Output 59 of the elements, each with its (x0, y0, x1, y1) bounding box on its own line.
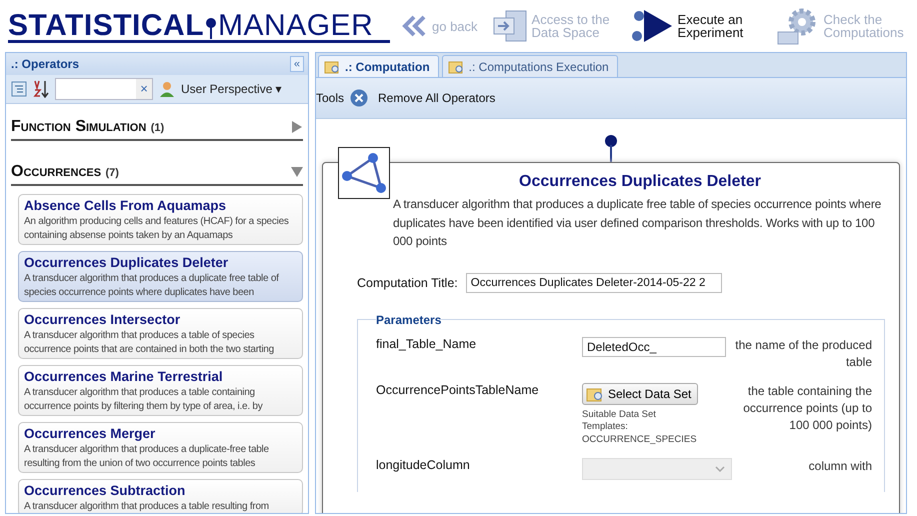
parameter-name: final_Table_Name (376, 336, 478, 352)
operator-title: Occurrences Marine Terrestrial (24, 368, 224, 386)
operator-title: Occurrences Subtraction (24, 482, 186, 500)
clear-icon[interactable]: × (136, 79, 152, 99)
dropdown-field[interactable] (582, 458, 732, 480)
operator-title: Occurrences Duplicates Deleter (24, 254, 230, 272)
group-legend: Parameters (376, 312, 442, 326)
double-chevron-icon (402, 15, 428, 37)
computation-title-field[interactable]: Occurrences Duplicates Deleter-2014-05-22 2 (466, 272, 722, 292)
toolbar-label: Tools (316, 91, 344, 105)
nav-link[interactable]: Execute an Experiment (630, 6, 762, 46)
algorithm-description: A transducer algorithm that produces a duplicate free table of species occurrence points where duplicates have been identified via user defined comparison thresholds. Works with up to 100 000 points (393, 196, 882, 250)
category-header[interactable]: Occurrences (7) (11, 163, 303, 186)
operator-title: Occurrences Intersector (24, 311, 182, 329)
field-label: Computation Title: (357, 276, 458, 290)
operator-title: Occurrences Merger (24, 425, 156, 443)
connector-pin (605, 135, 617, 163)
remove-all-button[interactable]: Remove All Operators (348, 89, 498, 107)
folder-search-icon (586, 386, 604, 402)
operator-item[interactable]: Occurrences Intersector A transducer algorithm that produces a table of species occurrence points that are contained in both the two starting (18, 308, 303, 359)
operator-description: A transducer algorithm that produces a duplicate free table of species occurrence points where duplicates have been (24, 272, 280, 300)
operator-item[interactable]: Occurrences Subtraction A transducer algorithm that produces a table resulting from (18, 479, 303, 513)
algorithm-title: Occurrences Duplicates Deleter (518, 173, 762, 191)
operator-description: A transducer algorithm that produces a table of species occurrence points that are contained in both the two starting (24, 329, 275, 357)
tab[interactable]: .: Computations Execution (442, 55, 618, 77)
parameter-description: the name of the produced table (734, 336, 872, 370)
operator-item[interactable]: Occurrences Marine Terrestrial A transducer algorithm that produces a table containing occurrence points by filtering them by type of area, i.e. by (18, 365, 303, 416)
operator-item[interactable]: Occurrences Duplicates Deleter A transducer algorithm that produces a duplicate free table of species occurrence points where duplicates have been (18, 251, 303, 302)
close-icon (350, 89, 368, 107)
operator-title: Absence Cells From Aquamaps (24, 197, 228, 215)
expanded-triangle-icon (291, 166, 303, 178)
parameter-name: OccurrencePointsTableName (376, 382, 540, 398)
panel-title: .: Operators (11, 57, 80, 71)
sort-az-icon[interactable] (33, 80, 49, 98)
folder-search-icon (448, 60, 464, 74)
operator-description: An algorithm producing cells and features (HCAF) for a species containing absense points taken by an Aquamaps (24, 215, 290, 243)
operator-description: A transducer algorithm that produces a duplicate-free table resulting from the union of two occurrence points tables (24, 443, 270, 471)
chevron-down-icon (715, 466, 725, 472)
tree-view-icon[interactable] (11, 81, 27, 97)
parameter-description: the table containing the occurrence points (up to 100 000 points) (742, 382, 872, 434)
operator-description: A transducer algorithm that produces a table containing occurrence points by filtering them by type of area, i.e. by (24, 386, 264, 414)
text-field[interactable]: DeletedOcc_ (582, 336, 726, 356)
collapsed-triangle-icon (291, 121, 303, 133)
search-field[interactable]: × (55, 78, 153, 100)
templates-hint: Suitable Data Set Templates: OCCURRENCE_SPECIES (582, 408, 698, 446)
collapse-button[interactable]: « (290, 56, 304, 72)
operator-item[interactable]: Absence Cells From Aquamaps An algorithm producing cells and features (HCAF) for a species containing absense points taken by an Aquamaps (18, 194, 303, 245)
operator-item[interactable]: Occurrences Merger A transducer algorithm that produces a duplicate-free table resulting from the union of two occurrence points tables (18, 422, 303, 473)
app-logo: STATISTICAL MANAGER (8, 9, 374, 43)
parameter-description: column with (808, 458, 872, 475)
select-data-set-button[interactable]: Select Data Set (582, 382, 698, 404)
operator-description: A transducer algorithm that produces a table resulting from (24, 500, 270, 513)
perspective-dropdown[interactable]: User Perspective ▾ (181, 82, 282, 96)
parameter-name: longitudeColumn (376, 458, 471, 474)
folder-arrow-icon (492, 9, 528, 43)
category-header[interactable]: Function Simulation (1) (11, 118, 303, 141)
user-icon (159, 81, 175, 97)
folder-search-icon (324, 60, 340, 74)
tab[interactable]: .: Computation (318, 55, 439, 77)
